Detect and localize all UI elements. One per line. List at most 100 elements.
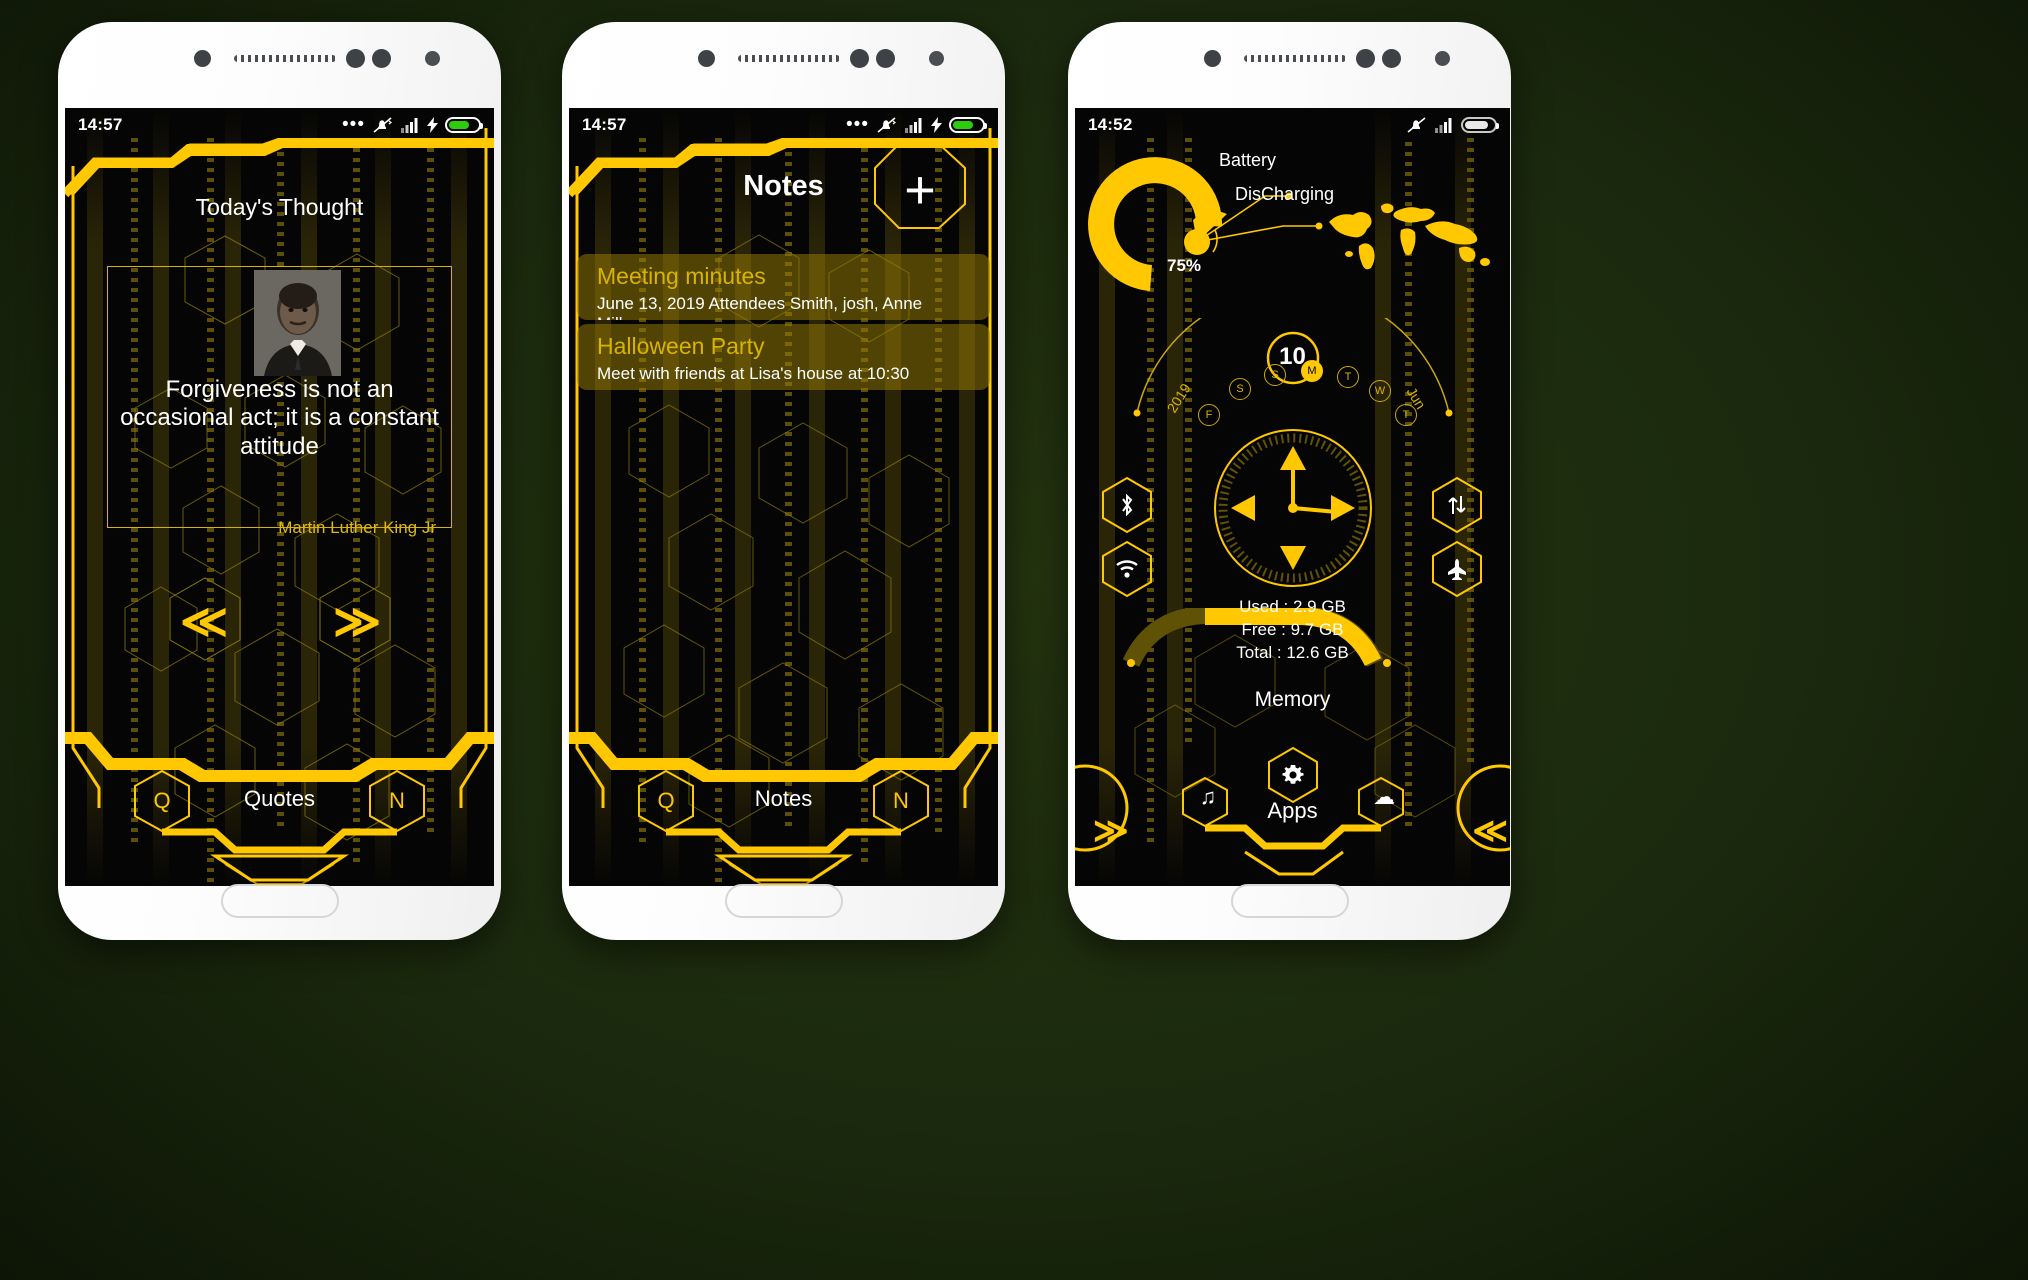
quote-nav-hexes	[169, 577, 391, 661]
note-title: Meeting minutes	[597, 263, 766, 289]
status-bar: 14:57 •••	[569, 108, 998, 142]
bottom-nav: Q N Notes	[569, 766, 998, 886]
memory-label: Memory	[1254, 688, 1331, 711]
toggle-data-transfer[interactable]	[1431, 476, 1483, 534]
sensor-icon	[372, 49, 391, 68]
screenshot-stage: 14:57 ••• Today's Thought Forgiveness is…	[0, 0, 2028, 1280]
settings-button[interactable]	[1267, 746, 1319, 804]
nav-frame	[134, 769, 425, 885]
status-icons: •••	[342, 114, 483, 135]
phone-mockup-notes: 14:57 ••• Notes + Meeting minutes June 1…	[562, 22, 1005, 940]
battery-icon	[445, 117, 483, 133]
prev-quote-button[interactable]: ≪	[180, 598, 228, 644]
proximity-sensor-icon	[425, 51, 440, 66]
sensor-icon	[1382, 49, 1401, 68]
wifi-icon	[1116, 560, 1138, 578]
nav-current-label: Notes	[754, 786, 813, 811]
memory-total: Total : 12.6 GB	[1236, 642, 1349, 662]
status-time: 14:57	[582, 115, 627, 134]
battery-percent-label: 75%	[1167, 256, 1202, 275]
memory-stats: Used : 2.9 GB Free : 9.7 GB Total : 12.6…	[1075, 596, 1510, 665]
front-camera-icon	[698, 50, 715, 67]
battery-icon	[949, 117, 987, 133]
screen-dashboard: 14:52 75% Battery DisCharging 10 2019 Ju…	[1075, 108, 1510, 886]
status-time: 14:52	[1088, 115, 1133, 134]
status-bar: 14:57 •••	[65, 108, 494, 142]
memory-used: Used : 2.9 GB	[1239, 597, 1346, 616]
signal-icon	[1435, 117, 1452, 133]
battery-icon	[1461, 117, 1499, 133]
bluetooth-icon	[1122, 494, 1133, 516]
more-dots-icon: •••	[342, 114, 365, 135]
gear-icon	[1282, 765, 1304, 784]
phone-notch	[58, 38, 501, 78]
nav-frame	[638, 769, 929, 885]
phone-mockup-dashboard: 14:52 75% Battery DisCharging 10 2019 Ju…	[1068, 22, 1511, 940]
weekday-S[interactable]: S	[1229, 378, 1251, 400]
charging-bolt-icon	[427, 117, 438, 133]
memory-free: Free : 9.7 GB	[1241, 619, 1344, 639]
bottom-nav: Q N Quotes	[65, 766, 494, 886]
weekday-S2[interactable]: S	[1264, 364, 1286, 386]
world-map-widget	[1329, 203, 1490, 270]
weekday-M-active[interactable]: M	[1301, 360, 1323, 382]
battery-label: Battery	[1219, 150, 1277, 170]
home-button[interactable]	[1230, 884, 1349, 918]
note-item[interactable]: Meeting minutes June 13, 2019 Attendees …	[577, 254, 990, 320]
front-camera-icon	[1204, 50, 1221, 67]
sensor-icon	[876, 49, 895, 68]
plus-icon: +	[904, 160, 936, 220]
mute-vibrate-icon	[1407, 117, 1426, 133]
front-camera-icon	[194, 50, 211, 67]
status-icons: •••	[846, 114, 987, 135]
weekday-T2[interactable]: T	[1395, 404, 1417, 426]
quote-text: Forgiveness is not an occasional act; it…	[120, 376, 439, 460]
more-dots-icon: •••	[846, 114, 869, 135]
signal-icon	[401, 117, 418, 133]
note-item[interactable]: Halloween Party Meet with friends at Lis…	[577, 324, 990, 390]
phone-notch	[562, 38, 1005, 78]
sensor-icon	[346, 49, 365, 68]
proximity-sensor-icon	[929, 51, 944, 66]
note-title: Halloween Party	[597, 333, 765, 359]
status-time: 14:57	[78, 115, 123, 134]
add-note-button[interactable]: +	[887, 154, 953, 226]
sensor-icon	[850, 49, 869, 68]
earpiece-speaker	[738, 55, 840, 62]
signal-icon	[905, 117, 922, 133]
quote-author: Martin Luther King Jr	[278, 518, 436, 537]
weekday-W[interactable]: W	[1369, 380, 1391, 402]
page-title: Today's Thought	[195, 194, 364, 220]
date-day-label: 10	[1279, 343, 1306, 370]
data-transfer-icon	[1448, 496, 1466, 514]
phone-notch	[1068, 38, 1511, 78]
note-body: Meet with friends at Lisa's house at 10:…	[597, 364, 910, 383]
earpiece-speaker	[1244, 55, 1346, 62]
earpiece-speaker	[234, 55, 336, 62]
home-button[interactable]	[724, 884, 843, 918]
home-button[interactable]	[220, 884, 339, 918]
top-frame-decoration	[65, 138, 494, 198]
proximity-sensor-icon	[1435, 51, 1450, 66]
status-bar: 14:52	[1075, 108, 1510, 142]
note-body: June 13, 2019 Attendees Smith, josh, Ann…	[597, 294, 923, 320]
phone-mockup-quotes: 14:57 ••• Today's Thought Forgiveness is…	[58, 22, 501, 940]
toggle-airplane-mode[interactable]	[1431, 540, 1483, 598]
next-quote-button[interactable]: ≫	[333, 598, 381, 644]
apps-label: Apps	[1267, 798, 1318, 823]
weekday-F[interactable]: F	[1198, 404, 1220, 426]
mute-vibrate-icon	[373, 117, 392, 133]
airplane-icon	[1448, 559, 1466, 580]
charging-bolt-icon	[931, 117, 942, 133]
screen-notes: 14:57 ••• Notes + Meeting minutes June 1…	[569, 108, 998, 886]
toggle-wifi[interactable]	[1101, 540, 1153, 598]
sensor-icon	[1356, 49, 1375, 68]
author-portrait	[254, 270, 341, 376]
weekday-T[interactable]: T	[1337, 366, 1359, 388]
screen-quotes: 14:57 ••• Today's Thought Forgiveness is…	[65, 108, 494, 886]
status-icons	[1406, 116, 1499, 134]
nav-current-label: Quotes	[244, 786, 315, 811]
toggle-bluetooth[interactable]	[1101, 476, 1153, 534]
charging-status-label: DisCharging	[1235, 184, 1335, 204]
mute-vibrate-icon	[877, 117, 896, 133]
